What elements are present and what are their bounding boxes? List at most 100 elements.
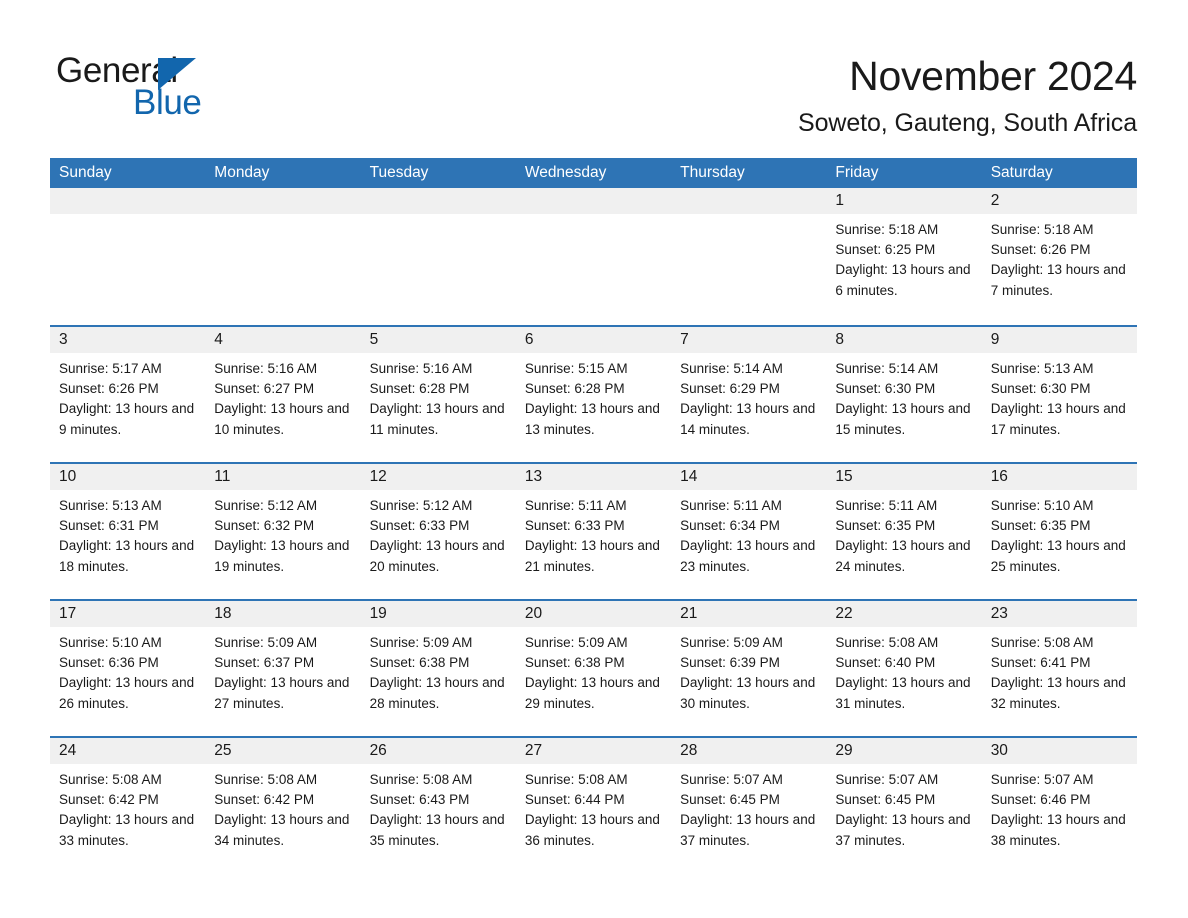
calendar-day-cell[interactable]: 7 Sunrise: 5:14 AM Sunset: 6:29 PM Daylight… — [671, 327, 827, 462]
calendar-day-cell[interactable]: 10 Sunrise: 5:13 AM Sunset: 6:31 PM Dayligh… — [50, 464, 206, 599]
calendar-day-number: 17 — [50, 601, 206, 627]
sunset-text: Sunset: 6:45 PM — [680, 792, 780, 808]
daylight-text: Daylight: 13 hours and 26 minutes. — [59, 675, 195, 711]
sunrise-text: Sunrise: 5:11 AM — [680, 498, 782, 513]
calendar-week-row: 1 Sunrise: 5:18 AM Sunset: 6:25 PM Daylight… — [50, 188, 1137, 325]
calendar-day-number — [360, 188, 516, 214]
sunrise-text: Sunrise: 5:09 AM — [369, 635, 473, 650]
calendar-day-cell[interactable]: 6 Sunrise: 5:15 AM Sunset: 6:28 PM Daylight… — [515, 327, 672, 462]
calendar-day-number: 14 — [671, 464, 827, 490]
calendar-day-cell[interactable]: 26 Sunrise: 5:08 AM Sunset: 6:43 PM Dayligh… — [360, 738, 516, 873]
sunrise-text: Sunrise: 5:16 AM — [369, 361, 473, 376]
calendar-day-cell[interactable]: 18 Sunrise: 5:09 AM Sunset: 6:37 PM Dayligh… — [205, 601, 361, 736]
calendar-day-cell[interactable]: 13 Sunrise: 5:11 AM Sunset: 6:33 PM Dayligh… — [515, 464, 672, 599]
daylight-text: Daylight: 13 hours and 31 minutes. — [835, 675, 971, 711]
calendar-day-cell[interactable]: 4 Sunrise: 5:16 AM Sunset: 6:27 PM Daylight… — [205, 327, 361, 462]
daylight-text: Daylight: 13 hours and 18 minutes. — [59, 538, 195, 574]
daylight-text: Daylight: 13 hours and 27 minutes. — [214, 675, 350, 711]
calendar-day-cell[interactable]: 21 Sunrise: 5:09 AM Sunset: 6:39 PM Dayligh… — [671, 601, 827, 736]
calendar-grid: Sunday Monday Tuesday Wednesday Thursday… — [50, 158, 1137, 873]
calendar-day-cell[interactable]: 1 Sunrise: 5:18 AM Sunset: 6:25 PM Daylight… — [826, 188, 982, 325]
calendar-day-details: Sunrise: 5:09 AM Sunset: 6:39 PM Daylight:… — [671, 627, 826, 736]
sunrise-text: Sunrise: 5:13 AM — [59, 498, 162, 513]
calendar-day-cell[interactable]: 11 Sunrise: 5:12 AM Sunset: 6:32 PM Dayligh… — [205, 464, 361, 599]
calendar-day-details: Sunrise: 5:12 AM Sunset: 6:32 PM Daylight:… — [205, 490, 360, 599]
calendar-weeks: 1 Sunrise: 5:18 AM Sunset: 6:25 PM Daylight… — [50, 188, 1137, 873]
page-subtitle: Soweto, Gauteng, South Africa — [798, 109, 1137, 137]
calendar-day-cell[interactable]: 20 Sunrise: 5:09 AM Sunset: 6:38 PM Dayligh… — [515, 601, 672, 736]
calendar-day-cell[interactable]: 2 Sunrise: 5:18 AM Sunset: 6:26 PM Daylight… — [981, 188, 1137, 325]
daylight-text: Daylight: 13 hours and 13 minutes. — [524, 401, 660, 437]
calendar-week-row: 3 Sunrise: 5:17 AM Sunset: 6:26 PM Daylight… — [50, 325, 1137, 462]
calendar-day-details: Sunrise: 5:18 AM Sunset: 6:25 PM Daylight:… — [826, 214, 981, 325]
calendar-day-cell[interactable]: 3 Sunrise: 5:17 AM Sunset: 6:26 PM Daylight… — [50, 327, 206, 462]
calendar-day-details: Sunrise: 5:15 AM Sunset: 6:28 PM Daylight:… — [516, 353, 671, 462]
sunrise-text: Sunrise: 5:07 AM — [835, 772, 939, 787]
calendar-day-cell[interactable]: 16 Sunrise: 5:10 AM Sunset: 6:35 PM Dayligh… — [981, 464, 1137, 599]
sunrise-text: Sunrise: 5:16 AM — [214, 361, 318, 376]
calendar-day-cell[interactable]: 8 Sunrise: 5:14 AM Sunset: 6:30 PM Daylight… — [826, 327, 982, 462]
calendar-day-number — [671, 188, 827, 214]
daylight-text: Daylight: 13 hours and 28 minutes. — [369, 675, 505, 711]
calendar-day-number: 24 — [50, 738, 206, 764]
weekday-header-tuesday: Tuesday — [369, 164, 429, 181]
daylight-text: Daylight: 13 hours and 23 minutes. — [680, 538, 816, 574]
sunrise-text: Sunrise: 5:08 AM — [369, 772, 473, 787]
calendar-day-cell[interactable]: 27 Sunrise: 5:08 AM Sunset: 6:44 PM Dayligh… — [515, 738, 672, 873]
calendar-day-details: Sunrise: 5:12 AM Sunset: 6:33 PM Daylight:… — [361, 490, 516, 599]
weekday-header-thursday: Thursday — [680, 164, 745, 181]
sunrise-text: Sunrise: 5:08 AM — [214, 772, 318, 787]
calendar-day-number: 18 — [205, 601, 361, 627]
calendar-day-cell[interactable]: 15 Sunrise: 5:11 AM Sunset: 6:35 PM Dayligh… — [826, 464, 982, 599]
calendar-week-row: 10 Sunrise: 5:13 AM Sunset: 6:31 PM Dayligh… — [50, 462, 1137, 599]
sunset-text: Sunset: 6:28 PM — [369, 381, 470, 397]
calendar-day-details: Sunrise: 5:08 AM Sunset: 6:42 PM Daylight:… — [50, 764, 205, 873]
sunset-text: Sunset: 6:29 PM — [680, 381, 780, 397]
calendar-day-cell[interactable]: 9 Sunrise: 5:13 AM Sunset: 6:30 PM Daylight… — [981, 327, 1137, 462]
daylight-text: Daylight: 13 hours and 30 minutes. — [680, 675, 816, 711]
sunrise-text: Sunrise: 5:10 AM — [990, 498, 1094, 513]
calendar-day-cell[interactable]: 19 Sunrise: 5:09 AM Sunset: 6:38 PM Dayligh… — [360, 601, 516, 736]
sunrise-text: Sunrise: 5:09 AM — [214, 635, 318, 650]
page-title: November 2024 — [849, 53, 1137, 99]
calendar-day-details: Sunrise: 5:13 AM Sunset: 6:31 PM Daylight:… — [50, 490, 205, 599]
calendar-day-cell-empty — [671, 188, 827, 325]
sunset-text: Sunset: 6:27 PM — [214, 381, 315, 397]
daylight-text: Daylight: 13 hours and 15 minutes. — [835, 401, 971, 437]
sunset-text: Sunset: 6:33 PM — [369, 518, 470, 534]
daylight-text: Daylight: 13 hours and 33 minutes. — [59, 812, 195, 848]
calendar-day-cell[interactable]: 28 Sunrise: 5:07 AM Sunset: 6:45 PM Dayligh… — [671, 738, 827, 873]
sunrise-text: Sunrise: 5:08 AM — [59, 772, 162, 787]
daylight-text: Daylight: 13 hours and 11 minutes. — [369, 401, 505, 437]
calendar-day-cell[interactable]: 22 Sunrise: 5:08 AM Sunset: 6:40 PM Dayligh… — [826, 601, 982, 736]
sunset-text: Sunset: 6:31 PM — [59, 518, 159, 534]
calendar-day-details: Sunrise: 5:08 AM Sunset: 6:41 PM Daylight:… — [982, 627, 1137, 736]
sunrise-text: Sunrise: 5:15 AM — [524, 361, 628, 376]
calendar-day-cell[interactable]: 17 Sunrise: 5:10 AM Sunset: 6:36 PM Dayligh… — [50, 601, 206, 736]
calendar-day-number: 22 — [826, 601, 982, 627]
calendar-day-cell[interactable]: 25 Sunrise: 5:08 AM Sunset: 6:42 PM Dayligh… — [205, 738, 361, 873]
calendar-day-cell[interactable]: 12 Sunrise: 5:12 AM Sunset: 6:33 PM Dayligh… — [360, 464, 516, 599]
sunrise-text: Sunrise: 5:13 AM — [990, 361, 1094, 376]
sunrise-text: Sunrise: 5:08 AM — [990, 635, 1094, 650]
calendar-day-cell[interactable]: 29 Sunrise: 5:07 AM Sunset: 6:45 PM Dayligh… — [826, 738, 982, 873]
calendar-day-details: Sunrise: 5:08 AM Sunset: 6:42 PM Daylight:… — [205, 764, 360, 873]
calendar-day-details: Sunrise: 5:09 AM Sunset: 6:37 PM Daylight:… — [205, 627, 360, 736]
daylight-text: Daylight: 13 hours and 35 minutes. — [369, 812, 505, 848]
calendar-day-number: 25 — [205, 738, 361, 764]
daylight-text: Daylight: 13 hours and 25 minutes. — [990, 538, 1126, 574]
weekday-header-friday: Friday — [835, 164, 879, 181]
calendar-day-details: Sunrise: 5:11 AM Sunset: 6:34 PM Daylight:… — [671, 490, 826, 599]
calendar-day-cell[interactable]: 14 Sunrise: 5:11 AM Sunset: 6:34 PM Dayligh… — [671, 464, 827, 599]
calendar-day-number: 9 — [981, 327, 1137, 353]
calendar-day-number: 4 — [205, 327, 361, 353]
calendar-day-cell[interactable]: 30 Sunrise: 5:07 AM Sunset: 6:46 PM Dayligh… — [981, 738, 1137, 873]
calendar-day-cell[interactable]: 5 Sunrise: 5:16 AM Sunset: 6:28 PM Daylight… — [360, 327, 516, 462]
calendar-day-number: 8 — [826, 327, 982, 353]
calendar-day-details: Sunrise: 5:14 AM Sunset: 6:30 PM Daylight:… — [826, 353, 981, 462]
calendar-day-cell[interactable]: 23 Sunrise: 5:08 AM Sunset: 6:41 PM Dayligh… — [981, 601, 1137, 736]
calendar-day-cell[interactable]: 24 Sunrise: 5:08 AM Sunset: 6:42 PM Dayligh… — [50, 738, 206, 873]
calendar-day-number: 27 — [515, 738, 672, 764]
sunset-text: Sunset: 6:43 PM — [369, 792, 470, 808]
calendar-day-number: 30 — [981, 738, 1137, 764]
